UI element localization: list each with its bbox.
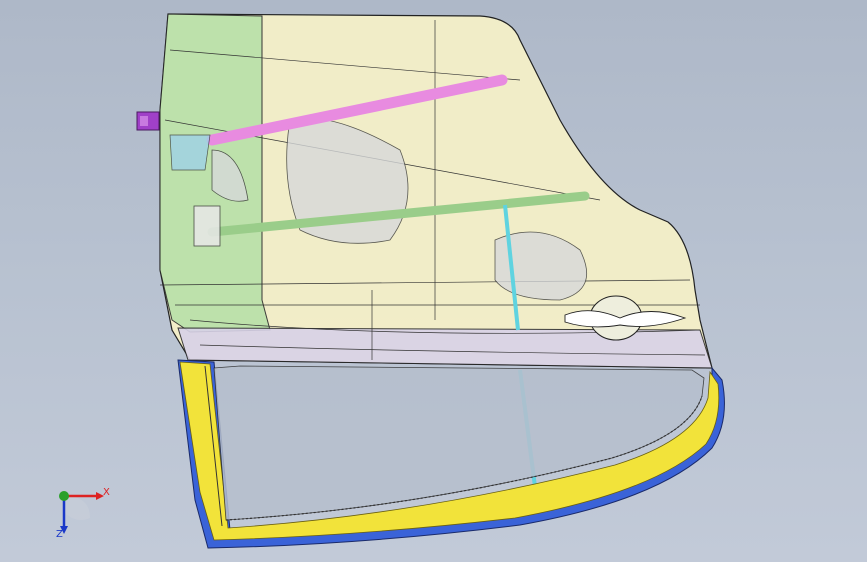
hinge-pin bbox=[140, 116, 148, 126]
hinge-reinforcement bbox=[169, 134, 211, 171]
coordinate-triad: X Z bbox=[46, 482, 116, 544]
door-assembly-model[interactable] bbox=[0, 0, 867, 562]
axis-x-label: X bbox=[103, 487, 110, 498]
check-strap-bracket[interactable] bbox=[193, 205, 221, 247]
axis-y-icon bbox=[59, 491, 69, 501]
window-frame-opening bbox=[213, 365, 705, 521]
graphics-viewport[interactable]: X Z bbox=[0, 0, 867, 562]
axis-z-label: Z bbox=[56, 529, 63, 540]
